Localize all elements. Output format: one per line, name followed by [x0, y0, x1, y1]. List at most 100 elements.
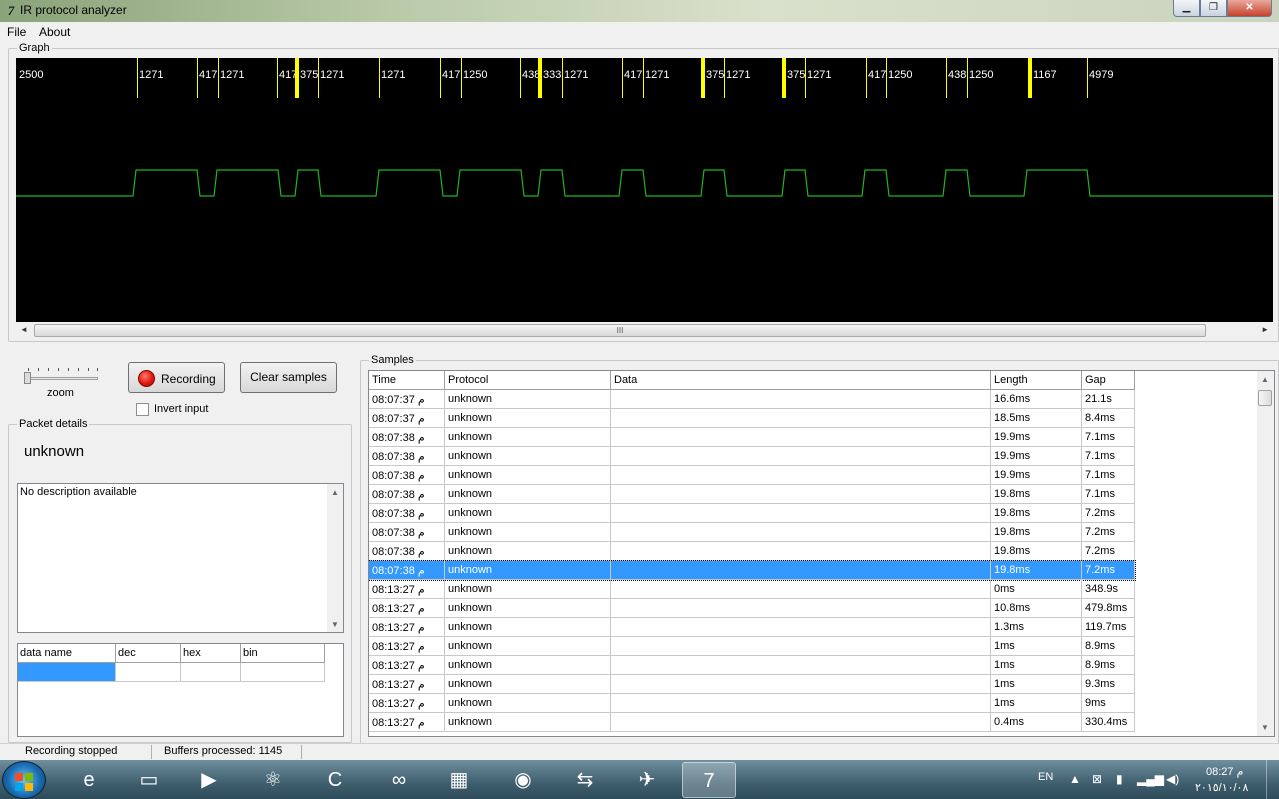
cell-time: 08:13:27 م — [369, 656, 445, 675]
cell-time: 08:13:27 م — [369, 618, 445, 637]
arduino-icon[interactable]: ∞ — [372, 762, 426, 798]
switch-icon[interactable]: ⇆ — [558, 762, 612, 798]
menu-bar: File About — [0, 22, 1279, 41]
close-button[interactable]: ✕ — [1227, 0, 1272, 17]
invert-input-label[interactable]: Invert input — [154, 403, 208, 415]
cell-length: 19.8ms — [991, 523, 1082, 542]
media-player-icon[interactable]: ▶ — [182, 762, 236, 798]
recording-label: Recording — [161, 372, 216, 386]
invert-input-checkbox[interactable] — [136, 403, 149, 416]
title-bar: 7 IR protocol analyzer ▁ ❐ ✕ — [0, 0, 1279, 22]
table-row[interactable]: 08:07:38 م unknown 19.8ms 7.2ms — [369, 504, 1135, 523]
table-row[interactable]: 08:13:27 م unknown 0.4ms 330.4ms — [369, 713, 1135, 732]
pulse-label: 1250 — [463, 69, 487, 81]
language-indicator[interactable]: EN — [1038, 771, 1053, 783]
column-length[interactable]: Length — [991, 371, 1082, 390]
minimize-button[interactable]: ▁ — [1173, 0, 1200, 17]
ir-analyzer-icon[interactable]: 7 — [682, 762, 736, 798]
cell-time: 08:07:38 م — [369, 428, 445, 447]
data-cell[interactable] — [18, 663, 116, 682]
pulse-marker — [866, 58, 867, 98]
clear-samples-button[interactable]: Clear samples — [240, 362, 337, 393]
column-dec[interactable]: dec — [116, 644, 181, 663]
table-row[interactable]: 08:13:27 م unknown 1.3ms 119.7ms — [369, 618, 1135, 637]
battery-icon[interactable]: ▮ — [1116, 772, 1123, 786]
menu-about[interactable]: About — [39, 25, 70, 39]
ccleaner-icon[interactable]: C — [308, 762, 362, 798]
table-row[interactable]: 08:07:38 م unknown 19.8ms 7.2ms — [369, 560, 1136, 581]
column-protocol[interactable]: Protocol — [445, 371, 611, 390]
description-box[interactable]: No description available ▲ ▼ — [17, 483, 344, 633]
table-row[interactable]: 08:07:38 م unknown 19.8ms 7.1ms — [369, 485, 1135, 504]
volume-icon[interactable]: ◀) — [1166, 772, 1179, 786]
table-row[interactable]: 08:07:38 م unknown 19.9ms 7.1ms — [369, 447, 1135, 466]
table-row[interactable]: 08:07:37 م unknown 18.5ms 8.4ms — [369, 409, 1135, 428]
table-row[interactable]: 08:13:27 م unknown 1ms 8.9ms — [369, 656, 1135, 675]
cell-data — [611, 523, 991, 542]
scroll-down-arrow-icon[interactable]: ▼ — [1261, 723, 1269, 732]
column-hex[interactable]: hex — [181, 644, 241, 663]
chrome-icon[interactable]: ◉ — [496, 762, 550, 798]
table-row[interactable]: 08:13:27 م unknown 1ms 9ms — [369, 694, 1135, 713]
cell-data — [611, 542, 991, 561]
zoom-slider[interactable] — [24, 368, 100, 384]
scroll-thumb[interactable]: III — [34, 324, 1206, 337]
scroll-up-arrow-icon[interactable]: ▲ — [1261, 375, 1269, 384]
cell-data — [611, 409, 991, 428]
atom-icon[interactable]: ⚛ — [246, 762, 300, 798]
clock-date[interactable]: ٢٠١٥/١٠/٠٨ — [1195, 781, 1248, 794]
table-row[interactable]: 08:13:27 م unknown 0ms 348.9s — [369, 580, 1135, 599]
table-row[interactable]: 08:07:38 م unknown 19.9ms 7.1ms — [369, 428, 1135, 447]
pulse-label: 438 — [522, 69, 540, 81]
table-row[interactable]: 08:07:38 م unknown 19.8ms 7.2ms — [369, 542, 1135, 561]
pulse-marker — [440, 58, 441, 98]
scroll-right-arrow-icon[interactable]: ► — [1261, 325, 1269, 334]
graph-canvas[interactable]: 2500 1271 417 1271 417 375 1271 1271 417 1250 438 3… — [16, 58, 1273, 322]
table-row[interactable]: 08:13:27 م unknown 1ms 9.3ms — [369, 675, 1135, 694]
scroll-up-arrow-icon[interactable]: ▲ — [331, 488, 339, 497]
menu-file[interactable]: File — [7, 25, 26, 39]
data-fields-grid[interactable]: data name dec hex bin — [17, 643, 344, 737]
samples-legend: Samples — [371, 354, 414, 366]
table-row[interactable]: 08:13:27 م unknown 1ms 8.9ms — [369, 637, 1135, 656]
tray-expand-icon[interactable]: ▲ — [1069, 772, 1081, 786]
graph-scrollbar[interactable]: ◄ III ► — [16, 322, 1273, 339]
pcb-icon[interactable]: ▦ — [432, 762, 486, 798]
zoom-thumb[interactable] — [24, 372, 31, 384]
packet-protocol-name: unknown — [24, 443, 85, 460]
table-row[interactable]: 08:13:27 م unknown 10.8ms 479.8ms — [369, 599, 1135, 618]
samples-table[interactable]: Time Protocol Data Length Gap 08:07:37 م… — [368, 370, 1275, 737]
signal-icon[interactable]: ▂▄▆ — [1137, 772, 1164, 786]
table-row[interactable]: 08:07:38 م unknown 19.9ms 7.1ms — [369, 466, 1135, 485]
scroll-down-arrow-icon[interactable]: ▼ — [331, 620, 339, 629]
column-data[interactable]: Data — [611, 371, 991, 390]
explorer-icon[interactable]: ▭ — [122, 762, 176, 798]
cell-protocol: unknown — [445, 637, 611, 656]
data-cell[interactable] — [116, 663, 181, 682]
satellite-icon[interactable]: ✈ — [620, 762, 674, 798]
table-row[interactable]: 08:07:38 م unknown 19.8ms 7.2ms — [369, 523, 1135, 542]
cell-protocol: unknown — [445, 618, 611, 637]
show-desktop-button[interactable] — [1266, 760, 1279, 799]
clock-time[interactable]: 08:27 م — [1206, 765, 1243, 778]
column-bin[interactable]: bin — [241, 644, 325, 663]
data-cell[interactable] — [181, 663, 241, 682]
cell-gap: 7.2ms — [1082, 542, 1135, 561]
samples-scrollbar[interactable]: ▲ ▼ — [1257, 371, 1274, 736]
scroll-thumb[interactable] — [1258, 390, 1272, 406]
column-gap[interactable]: Gap — [1082, 371, 1135, 390]
status-divider — [301, 745, 302, 759]
cell-protocol: unknown — [445, 675, 611, 694]
column-time[interactable]: Time — [369, 371, 445, 390]
network-error-icon[interactable]: ⊠ — [1092, 772, 1102, 786]
recording-button[interactable]: Recording — [128, 362, 225, 393]
cell-length: 1ms — [991, 637, 1082, 656]
start-button[interactable] — [2, 761, 46, 799]
scroll-left-arrow-icon[interactable]: ◄ — [20, 325, 28, 334]
description-scrollbar[interactable]: ▲ ▼ — [327, 484, 343, 632]
data-cell[interactable] — [241, 663, 325, 682]
ie-icon[interactable]: e — [62, 762, 116, 798]
maximize-button[interactable]: ❐ — [1200, 0, 1227, 17]
column-data-name[interactable]: data name — [18, 644, 116, 663]
table-row[interactable]: 08:07:37 م unknown 16.6ms 21.1s — [369, 390, 1135, 409]
